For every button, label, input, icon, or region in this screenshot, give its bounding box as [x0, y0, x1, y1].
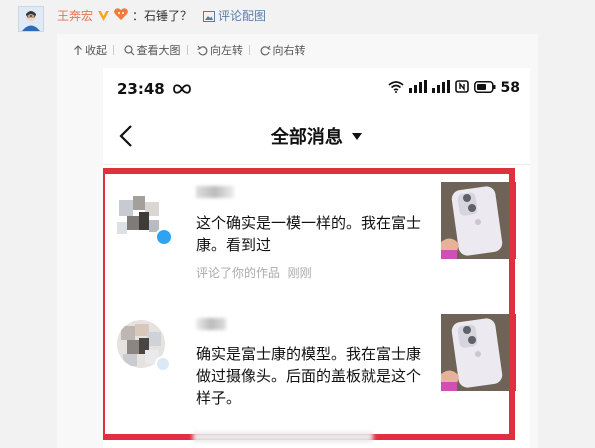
fan-badge-icon	[113, 6, 129, 20]
infinity-icon	[173, 84, 191, 94]
rotate-right-label: 向右转	[272, 44, 306, 57]
status-time-text: 23:48	[117, 80, 165, 98]
wifi-icon	[388, 81, 404, 93]
status-time: 23:48	[117, 80, 192, 98]
comment-picture-label: 评论配图	[218, 9, 267, 23]
rotate-left-label: 向左转	[210, 44, 243, 57]
signal-icon	[431, 80, 450, 93]
cropped-text-blur	[193, 432, 373, 442]
phone-screenshot[interactable]: 23:48 58 全部消息 这个确实是一模一样的。我在富士康。看到过 评论了你的…	[103, 68, 530, 448]
divider	[186, 45, 188, 55]
search-icon	[123, 45, 134, 56]
collapse-button[interactable]: 收起	[73, 42, 107, 58]
page-title-text: 全部消息	[270, 127, 343, 148]
verified-icon	[97, 7, 110, 21]
collapse-label: 收起	[85, 44, 107, 57]
image-icon	[203, 11, 215, 22]
avatar[interactable]	[18, 6, 44, 32]
comment-picture-link[interactable]: 评论配图	[203, 7, 266, 24]
image-toolbar: 收起 查看大图 向左转 向右转	[73, 42, 312, 62]
divider	[113, 45, 114, 55]
page-title[interactable]: 全部消息	[103, 123, 530, 149]
rotate-left-button[interactable]: 向左转	[197, 42, 243, 58]
highlight-box	[103, 168, 515, 440]
header-divider	[103, 164, 530, 165]
caret-down-icon	[352, 133, 363, 140]
rotate-right-icon	[260, 45, 271, 56]
view-large-button[interactable]: 查看大图	[123, 42, 181, 58]
signal-icon	[409, 80, 428, 93]
battery-level: 58	[500, 80, 520, 96]
battery-icon	[473, 81, 496, 93]
comment-row: 王奔宏 ：石锤了？ 评论配图	[0, 0, 595, 38]
rotate-right-button[interactable]: 向右转	[260, 42, 306, 58]
view-large-label: 查看大图	[136, 44, 181, 57]
comment-text: ：石锤了？	[132, 9, 193, 23]
arrow-up-icon	[74, 45, 82, 55]
divider	[249, 45, 250, 55]
user-name[interactable]: 王奔宏	[57, 7, 93, 24]
rotate-left-icon	[197, 45, 208, 56]
status-icons: 58	[388, 80, 520, 96]
nfc-icon	[454, 80, 469, 93]
